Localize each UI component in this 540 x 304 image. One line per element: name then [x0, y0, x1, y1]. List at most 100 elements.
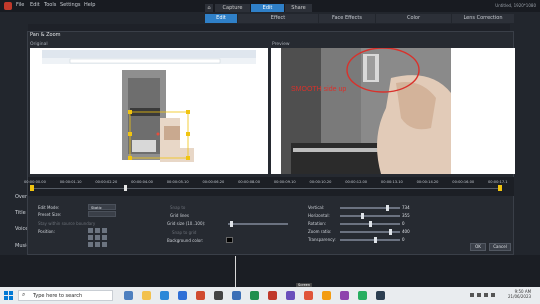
screen-recorder-icon[interactable] — [304, 291, 313, 300]
green-app-icon[interactable] — [358, 291, 367, 300]
task-view-icon[interactable] — [124, 291, 133, 300]
teams-icon[interactable] — [286, 291, 295, 300]
timeline-end-keyframe[interactable] — [498, 185, 502, 191]
vertical-slider[interactable] — [340, 207, 400, 209]
rotation-knob[interactable] — [369, 221, 372, 227]
office-icon[interactable] — [196, 291, 205, 300]
timeline-tick-label: 00:00:06.20 — [202, 180, 225, 184]
tab-capture[interactable]: Capture — [215, 4, 250, 12]
store-icon[interactable] — [214, 291, 223, 300]
edit-mode-select[interactable]: Static — [88, 204, 116, 210]
windows-start-icon[interactable] — [4, 291, 13, 300]
opt-tab-edit[interactable]: Edit — [205, 14, 237, 23]
ok-button[interactable]: OK — [470, 243, 486, 251]
vertical-label: Vertical: — [308, 205, 325, 210]
position-grid[interactable] — [88, 228, 107, 247]
timeline-track — [30, 188, 500, 189]
tab-edit[interactable]: Edit — [251, 4, 284, 12]
snap-to-label: Snap to — [170, 205, 186, 210]
transparency-knob[interactable] — [374, 237, 377, 243]
menu-tools[interactable]: Tools — [44, 2, 56, 8]
home-icon[interactable]: ⌂ — [205, 4, 213, 12]
dialog-title: Pan & Zoom — [30, 32, 61, 38]
transparency-slider[interactable] — [340, 239, 400, 241]
grid-size-label: Grid size (10..100): — [167, 221, 206, 226]
app-logo-icon — [4, 2, 12, 10]
grid-size-knob[interactable] — [230, 221, 233, 227]
original-label: Original — [30, 42, 48, 47]
timeline-tick-label: 00:00:10.20 — [309, 180, 332, 184]
timeline-tick-label: 00:00:12.00 — [345, 180, 368, 184]
preview-label: Preview — [272, 42, 290, 47]
timeline-playhead[interactable] — [124, 185, 127, 191]
timeline-tick-label: 00:00:01.10 — [59, 180, 82, 184]
system-tray-icons[interactable] — [470, 292, 500, 298]
app-icon[interactable] — [340, 291, 349, 300]
timeline-panel — [0, 255, 540, 287]
menu-edit[interactable]: Edit — [30, 2, 40, 8]
track-title-label: Title — [15, 210, 26, 216]
horizontal-knob[interactable] — [361, 213, 364, 219]
word-icon[interactable] — [232, 291, 241, 300]
timeline-tick-label: 00:00:16.00 — [452, 180, 475, 184]
brave-icon[interactable] — [322, 291, 331, 300]
grid-size-slider[interactable] — [228, 223, 288, 225]
stay-within-boundary-checkbox[interactable]: Stay within source boundary — [38, 221, 95, 226]
original-frame[interactable] — [30, 48, 268, 174]
cancel-button[interactable]: Cancel — [489, 243, 511, 251]
tab-share[interactable]: Share — [285, 4, 312, 12]
timeline-tick-label: 00:00:14.20 — [416, 180, 439, 184]
opt-tab-color[interactable]: Color — [376, 14, 451, 23]
opt-tab-effect[interactable]: Effect — [238, 14, 318, 23]
edit-mode-label: Edit Mode: — [38, 205, 60, 210]
horizontal-slider[interactable] — [340, 215, 400, 217]
zoom-ratio-value[interactable]: 400 — [402, 229, 410, 234]
timeline-tick-label: 00:00:13.10 — [380, 180, 403, 184]
transparency-value[interactable]: 0 — [402, 237, 405, 242]
zoom-ratio-label: Zoom ratio: — [308, 229, 332, 234]
snap-to-grid-checkbox[interactable]: Snap to grid — [172, 230, 196, 235]
search-placeholder[interactable]: Type here to search — [33, 293, 82, 299]
taskbar-tooltip: Screen — [296, 283, 313, 287]
zoom-ratio-knob[interactable] — [389, 229, 392, 235]
transparency-label: Transparency: — [308, 237, 336, 242]
timeline-tick-label: 00:00:05.10 — [166, 180, 189, 184]
timeline-start-keyframe[interactable] — [30, 185, 34, 191]
timeline-tick-label: 00:00:17.1 — [488, 180, 508, 184]
taskbar-clock[interactable]: 9:50 AM 21/06/2023 — [508, 289, 531, 299]
opt-tab-lens-correction[interactable]: Lens Correction — [452, 14, 514, 23]
timeline-tick-label: 00:00:04.00 — [131, 180, 153, 184]
powerpoint-icon[interactable] — [268, 291, 277, 300]
file-explorer-icon[interactable] — [142, 291, 151, 300]
menu-settings[interactable]: Settings — [60, 2, 81, 8]
position-label: Position: — [38, 229, 55, 234]
menu-file[interactable]: File — [16, 2, 24, 8]
window-title: Untitled, 1920*1080 — [495, 3, 536, 8]
horizontal-value[interactable]: 355 — [402, 213, 410, 218]
preset-size-select[interactable] — [88, 211, 116, 217]
track-overlay-label: Over — [15, 194, 28, 200]
excel-icon[interactable] — [250, 291, 259, 300]
background-color-label: Background color: — [167, 238, 204, 243]
preview-caption: SMOOTH side up — [291, 86, 347, 93]
edge-icon[interactable] — [160, 291, 169, 300]
grid-lines-checkbox[interactable]: Grid lines — [170, 213, 189, 218]
vertical-knob[interactable] — [386, 205, 389, 211]
horizontal-label: Horizontal: — [308, 213, 330, 218]
timeline-tick-label: 00:00:09.10 — [273, 180, 296, 184]
menu-help[interactable]: Help — [84, 2, 95, 8]
preview-image — [281, 47, 515, 174]
timeline-tick-label: 00:00:08.00 — [238, 180, 260, 184]
timeline-tick-label: 00:00:00.00 — [24, 180, 46, 184]
clock-date: 21/06/2023 — [508, 294, 532, 299]
background-color-swatch[interactable] — [226, 237, 233, 243]
preset-size-label: Preset Size: — [38, 212, 62, 217]
vertical-value[interactable]: 734 — [402, 205, 410, 210]
rotation-label: Rotation: — [308, 221, 327, 226]
preview-frame — [271, 47, 515, 174]
rotation-value[interactable]: 0 — [402, 221, 405, 226]
mail-icon[interactable] — [178, 291, 187, 300]
main-playhead-line[interactable] — [235, 256, 236, 287]
dark-app-icon[interactable] — [376, 291, 385, 300]
opt-tab-face-effects[interactable]: Face Effects — [319, 14, 375, 23]
